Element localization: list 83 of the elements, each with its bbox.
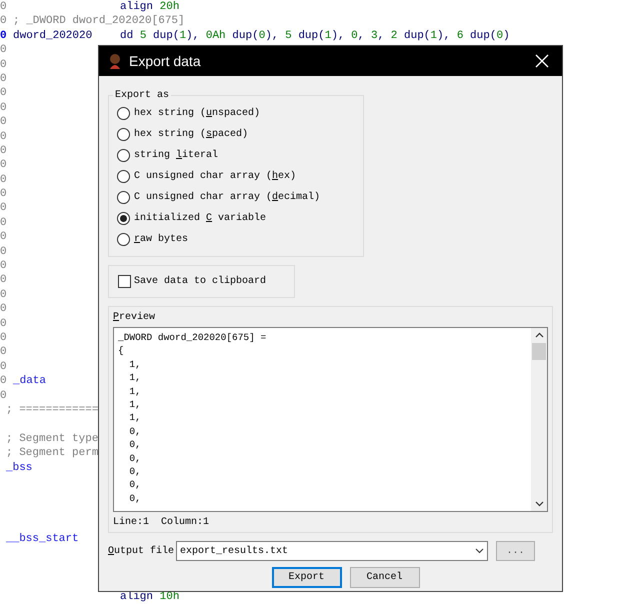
preview-line: 1,: [128, 411, 141, 425]
code-label: _bss: [6, 460, 34, 475]
scroll-thumb[interactable]: [532, 343, 546, 360]
line-marker: 0: [0, 1, 7, 13]
cursor-position: Line:1 Column:1: [113, 516, 210, 530]
output-file-combobox[interactable]: export_results.txt: [176, 541, 488, 561]
line-marker: 0: [0, 174, 7, 186]
preview-line: 1,: [128, 384, 141, 398]
line-marker: 0: [0, 231, 7, 244]
radio-label: hex string (spaced): [134, 128, 248, 142]
radio-button[interactable]: [117, 170, 130, 183]
checkbox[interactable]: [118, 275, 131, 288]
radio-label: hex string (unspaced): [134, 106, 260, 121]
line-marker: 0: [0, 260, 7, 272]
preview-line: 0,: [128, 465, 141, 478]
line-marker: 0: [0, 30, 7, 42]
radio-button[interactable]: [117, 233, 130, 246]
code-label: __bss_start: [6, 532, 80, 547]
close-icon: [535, 54, 549, 68]
line-marker: 0: [0, 332, 7, 344]
line-marker: 0: [0, 246, 7, 258]
preview-line: 0,: [128, 438, 141, 452]
preview-line: 0,: [128, 492, 141, 506]
radio-label: string literal: [134, 148, 218, 163]
radio-button[interactable]: [117, 128, 130, 141]
line-marker: 0: [0, 318, 7, 330]
radio-label: initialized C variable: [134, 212, 266, 226]
radio-button[interactable]: [117, 107, 130, 120]
line-marker: 0: [0, 44, 7, 56]
radio-button[interactable]: [117, 149, 130, 162]
preview-line: 1,: [128, 371, 141, 385]
group-title: Preview: [113, 310, 156, 324]
preview-line: _DWORD dword_202020[675] =: [118, 331, 266, 344]
radio-button[interactable]: [117, 212, 130, 225]
line-marker: 0: [0, 102, 7, 114]
code-instruction: align 20h: [120, 0, 180, 14]
line-marker: 0: [0, 346, 7, 358]
preview-line: {: [118, 344, 124, 358]
group-title: Export as: [114, 89, 170, 103]
preview-line: 0,: [128, 452, 141, 466]
code-instruction: align 10h: [120, 590, 180, 604]
line-marker: 0: [0, 360, 7, 373]
preview-line: 0,: [128, 424, 141, 438]
preview-line: 1,: [128, 398, 141, 412]
radio-button[interactable]: [117, 191, 130, 204]
line-marker: 0: [0, 116, 7, 128]
app-icon: [107, 53, 123, 69]
line-marker: 0: [0, 15, 7, 28]
line-marker: 0: [0, 216, 7, 229]
code-comment: ; Segment perm: [6, 446, 98, 460]
vertical-scrollbar[interactable]: [531, 328, 547, 511]
line-marker: 0: [0, 144, 7, 157]
code-label: _data: [13, 374, 48, 389]
radio-label: C unsigned char array (decimal): [134, 190, 320, 205]
code-comment: ; Segment type: [6, 432, 98, 446]
line-marker: 0: [0, 188, 7, 200]
dropdown-icon[interactable]: [475, 548, 484, 554]
checkbox-label: Save data to clipboard: [134, 274, 266, 289]
dialog-button[interactable]: Export: [272, 567, 342, 588]
line-marker: 0: [0, 288, 7, 301]
dialog-button[interactable]: Cancel: [350, 567, 420, 588]
preview-line: 1,: [128, 358, 141, 372]
line-marker: 0: [0, 72, 7, 85]
radio-label: C unsigned char array (hex): [134, 170, 296, 184]
preview-line: 0,: [128, 478, 141, 492]
line-marker: 0: [0, 303, 7, 316]
field-label: Output file: [108, 544, 176, 558]
preview-text-area[interactable]: _DWORD dword_202020[675] = { 1, 1, 1, 1, 1, 0, 0, 0, 0, 0, 0,: [113, 327, 548, 512]
code-label: dword_202020: [13, 28, 94, 44]
code-instruction: dd 5 dup(1), 0Ah dup(0), 5 dup(1), 0, 3, 2 dup(1), 6 dup(0): [120, 28, 510, 44]
line-marker: 0: [0, 274, 7, 286]
line-marker: 0: [0, 130, 7, 143]
line-marker: 0: [0, 159, 7, 172]
line-marker: 0: [0, 58, 7, 71]
radio-label: raw bytes: [134, 232, 188, 247]
line-marker: 0: [0, 202, 7, 214]
browse-button[interactable]: ...: [496, 541, 535, 561]
code-comment: ; ============: [6, 402, 98, 418]
code-comment: ; _DWORD dword_202020[675]: [13, 14, 185, 29]
line-marker: 0: [0, 375, 7, 388]
window-title: Export data: [129, 52, 202, 71]
line-marker: 0: [0, 390, 7, 402]
line-marker: 0: [0, 87, 7, 100]
